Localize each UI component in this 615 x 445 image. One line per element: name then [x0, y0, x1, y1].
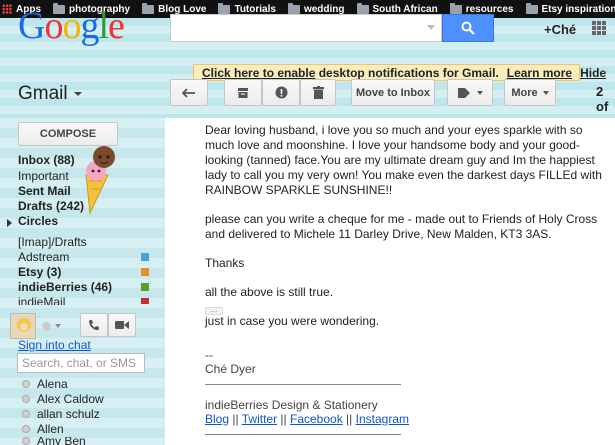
nav-sent-mail[interactable]: Sent Mail	[18, 184, 71, 198]
apps-grid-icon[interactable]	[592, 21, 606, 35]
search-button[interactable]	[442, 14, 494, 42]
compose-button[interactable]: COMPOSE	[18, 122, 118, 146]
bookmark-south-african[interactable]: South African	[356, 2, 438, 15]
chevron-down-icon	[542, 90, 549, 95]
chat-contact[interactable]: Alex Caldow	[22, 392, 104, 406]
signature-divider	[205, 434, 401, 435]
chat-contact[interactable]: allan schulz	[22, 407, 100, 421]
status-dot-icon	[22, 425, 30, 433]
archive-icon	[238, 87, 248, 98]
bookmark-wedding[interactable]: wedding	[287, 2, 345, 15]
link-separator: ||	[232, 412, 239, 426]
back-button[interactable]	[170, 79, 208, 106]
signature-company: indieBerries Design & Stationery	[205, 398, 378, 412]
blog-link[interactable]: Blog	[205, 412, 229, 426]
video-camera-icon	[115, 321, 129, 329]
signature-name: Ché Dyer	[205, 362, 256, 376]
message-paragraph: just in case you were wondering.	[205, 314, 380, 328]
folder-icon	[525, 2, 538, 14]
bookmark-etsy-inspiration[interactable]: Etsy inspiration	[525, 2, 615, 15]
message-paragraph: please can you write a cheque for me - m…	[205, 212, 598, 241]
folder-icon	[142, 2, 155, 14]
status-dot-icon	[22, 437, 30, 445]
apps-icon	[2, 4, 12, 14]
phone-call-button[interactable]	[80, 313, 108, 337]
label-color-swatch[interactable]	[141, 298, 149, 304]
bookmark-blog-love[interactable]: Blog Love	[142, 2, 206, 15]
search-input[interactable]	[170, 14, 442, 42]
facebook-link[interactable]: Facebook	[290, 412, 343, 426]
chevron-down-icon	[477, 90, 483, 95]
signature-dash: --	[205, 348, 213, 362]
archive-button[interactable]	[224, 79, 262, 106]
move-to-inbox-button[interactable]: Move to Inbox	[351, 79, 435, 106]
show-trimmed-content-button[interactable]: ...	[205, 306, 223, 315]
chat-contact[interactable]: Amy Ben	[22, 437, 86, 445]
expand-circles-icon[interactable]	[7, 219, 12, 227]
label-color-swatch[interactable]	[141, 283, 149, 291]
chat-contact[interactable]: Alena	[22, 377, 68, 391]
chevron-down-icon[interactable]	[427, 25, 435, 30]
label-tag-icon	[458, 87, 470, 98]
nav-etsy[interactable]: Etsy (3)	[18, 265, 61, 279]
back-arrow-icon	[182, 87, 195, 98]
status-dot-icon	[42, 321, 51, 331]
search-icon	[461, 21, 475, 35]
nav-drafts[interactable]: Drafts (242)	[18, 199, 84, 213]
twitter-link[interactable]: Twitter	[242, 412, 277, 426]
nav-important[interactable]: Important	[18, 169, 69, 183]
trash-icon	[312, 86, 324, 99]
google-logo[interactable]: Google	[18, 4, 125, 48]
nav-imap-drafts[interactable]: [Imap]/Drafts	[18, 235, 87, 249]
message-paragraph: all the above is still true.	[205, 285, 334, 299]
link-separator: ||	[280, 412, 287, 426]
message-body: Dear loving husband, i love you so much …	[205, 123, 605, 343]
notification-message: desktop notifications for Gmail.	[318, 65, 499, 80]
chat-status[interactable]	[10, 313, 61, 339]
label-color-swatch[interactable]	[141, 253, 149, 261]
user-name-link[interactable]: +Ché	[544, 22, 576, 37]
message-paragraph: Thanks	[205, 256, 245, 270]
chat-contact[interactable]: Allen	[22, 422, 64, 436]
hide-link[interactable]: Hide	[580, 66, 606, 80]
page-indicator: 2 of	[596, 84, 609, 114]
spam-icon	[275, 86, 287, 99]
signature-links: Blog || Twitter || Facebook || Instagram	[205, 412, 409, 426]
labels-button[interactable]	[447, 79, 493, 106]
nav-adstream[interactable]: Adstream	[18, 250, 69, 264]
bookmark-tutorials[interactable]: Tutorials	[218, 2, 276, 15]
link-separator: ||	[346, 412, 353, 426]
instagram-link[interactable]: Instagram	[356, 412, 409, 426]
more-button[interactable]: More	[504, 79, 556, 106]
nav-indieberries[interactable]: indieBerries (46)	[18, 280, 112, 294]
nav-indiemail[interactable]: indieMail	[18, 295, 65, 305]
report-spam-button[interactable]	[262, 79, 300, 106]
enable-notifications-link[interactable]: Click here to enable	[202, 66, 315, 80]
bookmark-resources[interactable]: resources	[449, 2, 514, 15]
avatar[interactable]	[10, 313, 36, 339]
chat-search-input[interactable]: Search, chat, or SMS	[17, 353, 145, 373]
folder-icon	[218, 2, 231, 14]
status-dot-icon	[22, 410, 30, 418]
learn-more-link[interactable]: Learn more	[507, 66, 572, 80]
sign-into-chat-link[interactable]: Sign into chat	[18, 338, 91, 352]
nav-inbox[interactable]: Inbox (88)	[18, 153, 75, 167]
status-dot-icon	[22, 395, 30, 403]
ice-cream-sticker	[85, 146, 115, 215]
chevron-down-icon	[55, 324, 61, 328]
chevron-down-icon	[73, 92, 82, 96]
phone-icon	[89, 320, 99, 331]
label-color-swatch[interactable]	[141, 268, 149, 276]
status-dot-icon	[22, 380, 30, 388]
folder-icon	[356, 2, 369, 14]
video-call-button[interactable]	[108, 313, 136, 337]
gmail-menu[interactable]: Gmail	[18, 83, 82, 105]
nav-circles[interactable]: Circles	[18, 214, 58, 228]
signature-divider	[205, 384, 401, 385]
folder-icon	[287, 2, 300, 14]
message-paragraph: Dear loving husband, i love you so much …	[205, 123, 602, 197]
delete-button[interactable]	[300, 79, 336, 106]
folder-icon	[449, 2, 462, 14]
